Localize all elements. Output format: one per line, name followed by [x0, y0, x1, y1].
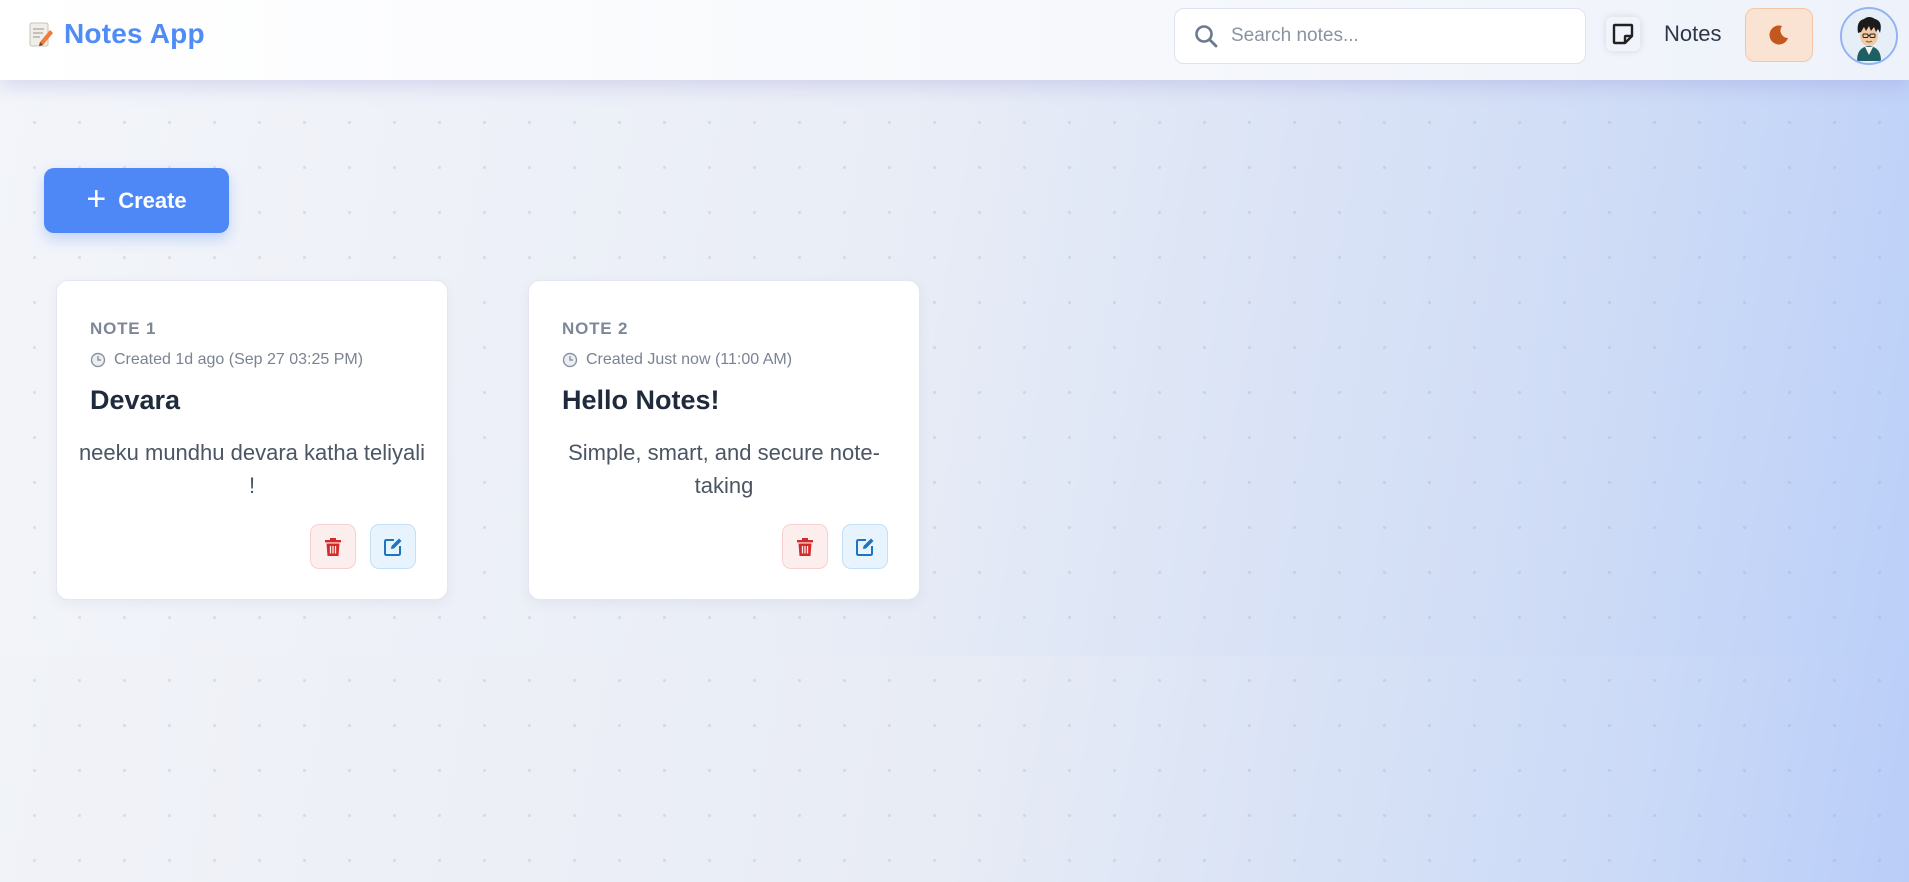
edit-icon: [384, 538, 402, 556]
note-created: Created 1d ago (Sep 27 03:25 PM): [90, 351, 363, 369]
search-icon: [1195, 25, 1218, 48]
create-note-button[interactable]: + Create: [44, 168, 229, 233]
edit-icon: [856, 538, 874, 556]
search-box[interactable]: [1174, 8, 1586, 64]
nav-notes-label: Notes: [1664, 21, 1722, 46]
plus-icon: +: [86, 179, 107, 218]
note-title: Devara: [90, 385, 181, 415]
note-card[interactable]: NOTE 2 Created Just now (11:00 AM) Hello…: [528, 280, 920, 600]
note-created-text: Created 1d ago (Sep 27 03:25 PM): [114, 351, 364, 368]
note-body: neeku mundhu devara katha teliyali !: [78, 440, 426, 498]
note-body: Simple, smart, and secure note-taking: [568, 440, 880, 498]
user-avatar-icon: [1843, 10, 1895, 62]
note-number: NOTE 1: [90, 319, 157, 338]
clock-icon: [562, 352, 578, 368]
edit-note-button[interactable]: [370, 524, 416, 569]
nav-notes-link[interactable]: Notes: [1606, 16, 1721, 52]
note-title: Hello Notes!: [562, 385, 720, 415]
avatar[interactable]: [1840, 7, 1898, 65]
delete-note-button[interactable]: [782, 524, 828, 569]
sticky-note-icon: [1606, 17, 1640, 51]
trash-icon: [325, 537, 341, 556]
note-number: NOTE 2: [562, 319, 629, 338]
search-input[interactable]: [1231, 25, 1571, 47]
delete-note-button[interactable]: [310, 524, 356, 569]
trash-icon: [797, 537, 813, 556]
top-navbar: Notes App Notes: [0, 0, 1909, 80]
brand[interactable]: Notes App: [28, 18, 205, 50]
create-button-label: Create: [118, 187, 187, 213]
note-created: Created Just now (11:00 AM): [562, 351, 792, 369]
note-created-text: Created Just now (11:00 AM): [586, 351, 793, 368]
theme-toggle-button[interactable]: [1745, 8, 1813, 62]
note-card[interactable]: NOTE 1 Created 1d ago (Sep 27 03:25 PM) …: [56, 280, 448, 600]
moon-icon: [1769, 25, 1788, 45]
edit-note-button[interactable]: [842, 524, 888, 569]
clock-icon: [90, 352, 106, 368]
memo-icon: [29, 22, 53, 47]
background-lower-band: [0, 656, 1909, 882]
app-title: Notes App: [64, 18, 205, 49]
